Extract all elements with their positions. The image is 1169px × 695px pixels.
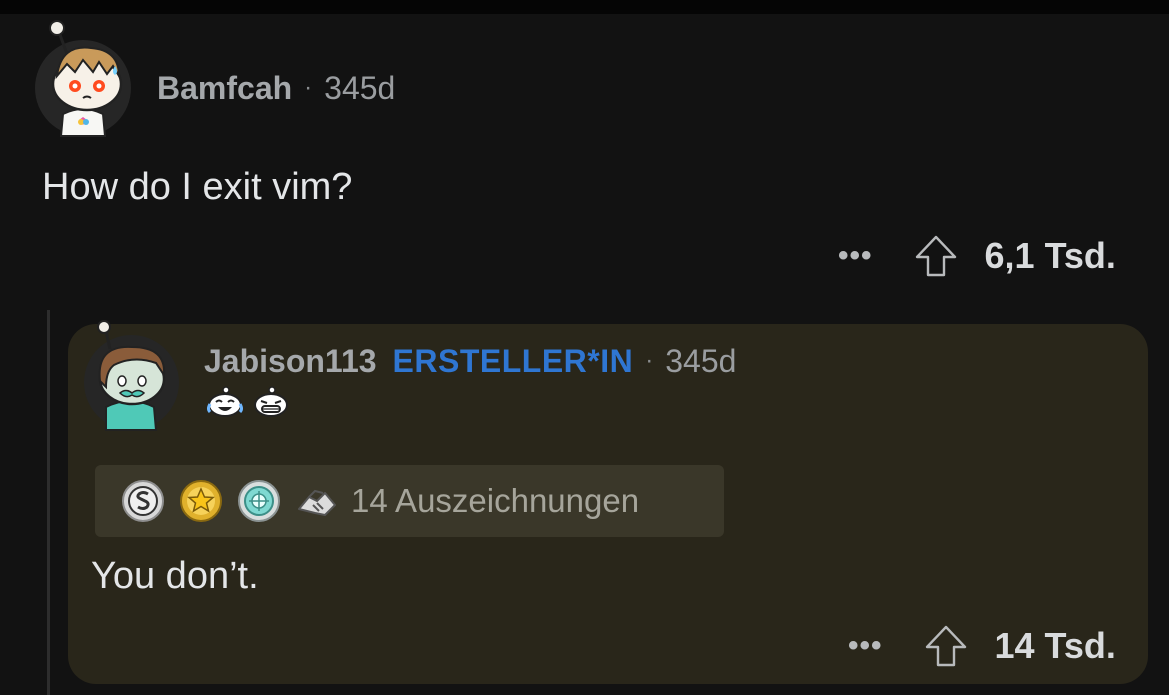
snoo-avatar-icon xyxy=(97,320,166,431)
more-options-icon[interactable]: ••• xyxy=(838,241,873,271)
handshake-award-icon xyxy=(298,489,336,516)
reply-meta: Jabison113 ERSTELLER*IN · 345d xyxy=(204,341,736,381)
upvote-arrow-icon[interactable] xyxy=(913,233,959,279)
platinum-award-icon xyxy=(238,480,280,522)
reply-score: 14 Tsd. xyxy=(994,625,1116,666)
comment-meta: Bamfcah · 345d xyxy=(157,68,395,108)
thread-line[interactable] xyxy=(47,310,50,695)
comment-age: 345d xyxy=(324,69,396,106)
flair-emotes xyxy=(204,386,292,420)
avatar[interactable] xyxy=(35,20,131,137)
awards-count-label: 14 Auszeichnungen xyxy=(351,482,640,519)
grinning-snoo-emote xyxy=(254,386,288,417)
upvote-arrow-icon[interactable] xyxy=(923,623,969,669)
reply-body: You don’t. xyxy=(91,555,259,597)
meta-separator: · xyxy=(645,347,654,374)
op-badge: ERSTELLER*IN xyxy=(392,342,634,379)
more-options-icon[interactable]: ••• xyxy=(848,631,883,661)
snoo-avatar-icon xyxy=(49,20,123,137)
reply-age: 345d xyxy=(665,342,737,379)
awards-bar[interactable]: 14 Auszeichnungen xyxy=(95,465,724,537)
silver-award-icon xyxy=(122,480,164,522)
comment-actions: ••• 6,1 Tsd. xyxy=(838,232,1116,280)
avatar[interactable] xyxy=(84,320,179,431)
comment-body: How do I exit vim? xyxy=(42,166,353,208)
top-bar xyxy=(0,0,1169,14)
comment-score: 6,1 Tsd. xyxy=(984,235,1116,276)
gold-star-award-icon xyxy=(180,480,222,522)
reply-actions: ••• 14 Tsd. xyxy=(848,622,1116,670)
meta-separator: · xyxy=(304,74,313,101)
laughing-snoo-emote xyxy=(207,386,243,417)
comment-author[interactable]: Bamfcah xyxy=(157,70,292,107)
reply-author[interactable]: Jabison113 xyxy=(204,343,377,380)
